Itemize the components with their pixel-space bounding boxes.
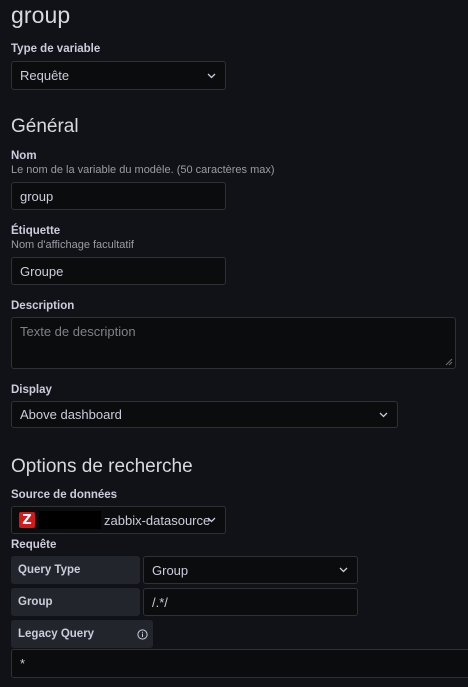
label-input-value: Groupe bbox=[20, 263, 64, 279]
variable-type-select[interactable]: Requête bbox=[11, 61, 226, 90]
datasource-select[interactable]: Z zabbix-datasource bbox=[11, 506, 226, 534]
query-type-label: Query Type bbox=[11, 556, 140, 584]
datasource-value: zabbix-datasource bbox=[104, 512, 211, 528]
description-textarea[interactable]: Texte de description bbox=[11, 317, 456, 369]
group-input-value: /.*/ bbox=[152, 594, 168, 610]
name-input-value: group bbox=[20, 188, 54, 204]
group-input[interactable]: /.*/ bbox=[143, 588, 358, 616]
variable-type-label: Type de variable bbox=[11, 43, 101, 55]
legacy-query-label: Legacy Query bbox=[11, 620, 153, 648]
legacy-query-value: * bbox=[20, 656, 26, 671]
display-select[interactable]: Above dashboard bbox=[11, 401, 398, 428]
resize-handle-icon[interactable] bbox=[445, 358, 453, 366]
general-section-title: Général bbox=[11, 116, 79, 137]
group-label: Group bbox=[11, 588, 140, 616]
label-hint: Nom d'affichage facultatif bbox=[11, 239, 134, 251]
label-input[interactable]: Groupe bbox=[11, 257, 226, 285]
query-type-value: Group bbox=[152, 562, 189, 578]
query-label: Requête bbox=[11, 539, 57, 551]
info-circle-icon[interactable] bbox=[137, 628, 148, 640]
legacy-query-input[interactable]: * bbox=[11, 649, 468, 678]
display-label: Display bbox=[11, 384, 52, 396]
label-label: Étiquette bbox=[11, 225, 61, 237]
name-label: Nom bbox=[11, 150, 37, 162]
chevron-down-icon bbox=[339, 567, 348, 573]
chevron-down-icon bbox=[207, 73, 216, 78]
name-hint: Le nom de la variable du modèle. (50 car… bbox=[11, 164, 275, 176]
name-input[interactable]: group bbox=[11, 182, 226, 210]
search-options-section-title: Options de recherche bbox=[11, 456, 193, 477]
description-placeholder: Texte de description bbox=[20, 324, 136, 339]
variable-type-value: Requête bbox=[20, 68, 70, 83]
chevron-down-icon bbox=[379, 412, 388, 417]
redacted-block bbox=[39, 511, 101, 529]
query-type-select[interactable]: Group bbox=[143, 556, 358, 584]
description-label: Description bbox=[11, 300, 75, 312]
chevron-down-icon bbox=[207, 517, 216, 523]
datasource-label: Source de données bbox=[11, 489, 118, 501]
page-title: group bbox=[11, 2, 71, 28]
zabbix-logo-icon: Z bbox=[19, 512, 35, 528]
display-value: Above dashboard bbox=[20, 407, 122, 422]
